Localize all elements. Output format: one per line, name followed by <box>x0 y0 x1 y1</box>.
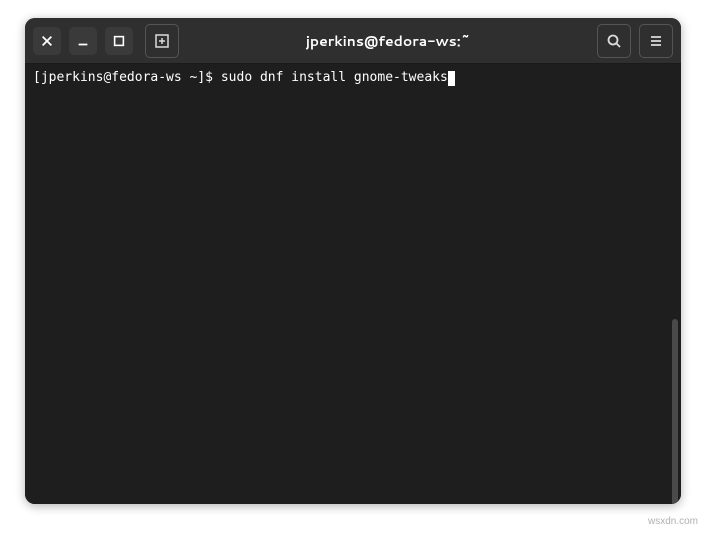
command-text: sudo dnf install gnome-tweaks <box>221 70 448 87</box>
minimize-icon <box>76 34 90 48</box>
close-button[interactable] <box>33 27 61 55</box>
new-tab-icon <box>154 33 170 49</box>
menu-button[interactable] <box>639 24 673 58</box>
search-icon <box>606 33 622 49</box>
maximize-icon <box>112 34 126 48</box>
terminal-window: jperkins@fedora-ws:~ [jperkins@fedora-ws… <box>25 18 681 504</box>
hamburger-menu-icon <box>648 33 664 49</box>
shell-prompt: [jperkins@fedora-ws ~]$ <box>33 70 221 87</box>
titlebar: jperkins@fedora-ws:~ <box>25 18 681 64</box>
cursor <box>448 71 455 86</box>
close-icon <box>40 34 54 48</box>
maximize-button[interactable] <box>105 27 133 55</box>
window-title: jperkins@fedora-ws:~ <box>179 31 597 51</box>
minimize-button[interactable] <box>69 27 97 55</box>
titlebar-right-controls <box>597 24 673 58</box>
scrollbar-thumb[interactable] <box>672 319 678 504</box>
titlebar-left-controls <box>33 24 179 58</box>
terminal-line: [jperkins@fedora-ws ~]$ sudo dnf install… <box>33 70 673 87</box>
terminal-body[interactable]: [jperkins@fedora-ws ~]$ sudo dnf install… <box>25 64 681 504</box>
watermark: wsxdn.com <box>648 516 698 527</box>
search-button[interactable] <box>597 24 631 58</box>
new-tab-button[interactable] <box>145 24 179 58</box>
